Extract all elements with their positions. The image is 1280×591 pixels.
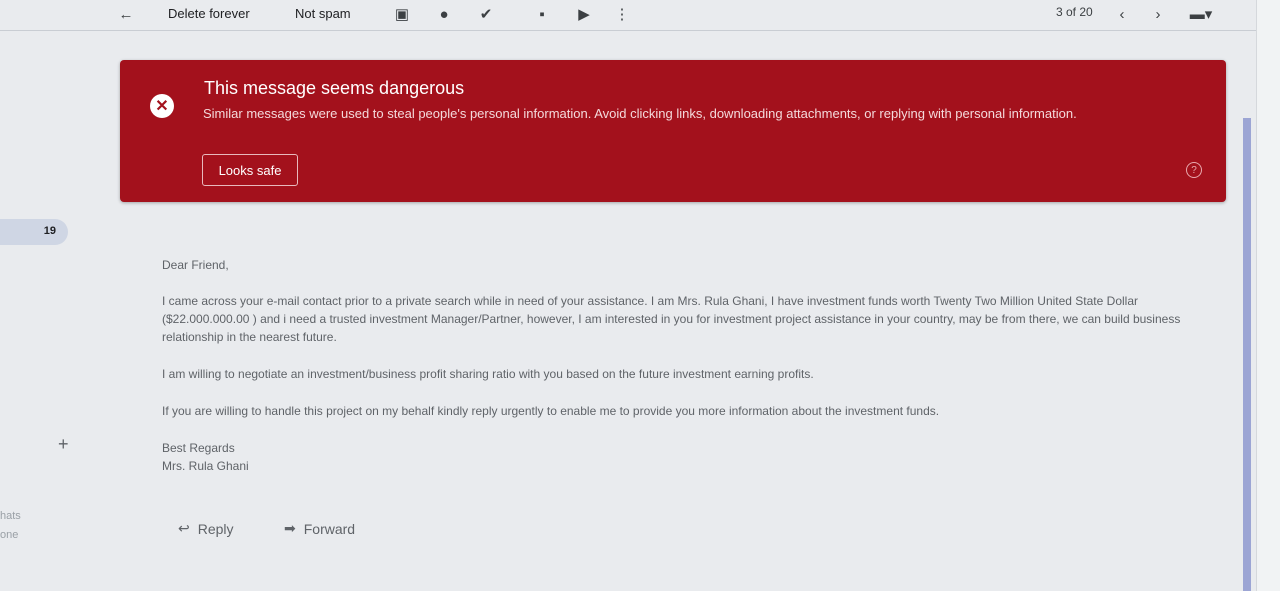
delete-forever-button[interactable]: Delete forever (168, 6, 250, 21)
warning-description: Similar messages were used to steal peop… (203, 106, 1077, 121)
forward-button[interactable]: ➡ Forward (284, 520, 355, 537)
chats-label: hats (0, 510, 21, 522)
close-icon: ✕ (150, 94, 174, 118)
sidebar-item-count[interactable]: 19 (0, 219, 68, 245)
side-panel (1256, 0, 1280, 591)
scrollbar[interactable] (1243, 118, 1251, 591)
add-task-icon[interactable]: ✔ (476, 4, 496, 24)
input-tools-icon[interactable]: ▬▾ (1186, 4, 1216, 24)
reply-label: Reply (197, 520, 234, 537)
back-arrow-icon[interactable]: ← (116, 4, 136, 24)
more-vert-icon[interactable]: ⋮ (612, 4, 632, 24)
reply-button[interactable]: ↩ Reply (178, 520, 234, 537)
warning-title: This message seems dangerous (204, 78, 465, 98)
forward-label: Forward (303, 520, 356, 537)
email-signature: Mrs. Rula Ghani (162, 459, 249, 473)
toolbar: ← Delete forever Not spam ▣ ● ✔ ▪ ▶ ⋮ 3 … (0, 0, 1280, 31)
status-label: one (0, 529, 19, 541)
email-paragraph-2: I am willing to negotiate an investment/… (162, 367, 814, 381)
email-paragraph-3: If you are willing to handle this projec… (162, 404, 940, 418)
snooze-icon[interactable]: ● (434, 4, 454, 24)
archive-icon[interactable]: ▣ (392, 4, 412, 24)
move-icon[interactable]: ▪ (532, 4, 552, 24)
not-spam-button[interactable]: Not spam (295, 6, 351, 21)
prev-icon[interactable]: ‹ (1112, 4, 1132, 24)
looks-safe-button[interactable]: Looks safe (202, 154, 298, 186)
email-greeting: Dear Friend, (162, 258, 229, 272)
forward-icon: ➡ (284, 520, 296, 536)
email-paragraph-1: I came across your e-mail contact prior … (162, 294, 1181, 344)
label-icon[interactable]: ▶ (574, 4, 594, 24)
pager-text: 3 of 20 (1056, 5, 1093, 19)
danger-warning-banner: ✕ This message seems dangerous Similar m… (120, 60, 1226, 202)
plus-icon[interactable]: + (58, 434, 69, 455)
badge-count: 19 (43, 225, 56, 237)
email-closing: Best Regards (162, 441, 235, 455)
next-icon[interactable]: › (1148, 4, 1168, 24)
help-icon[interactable]: ? (1186, 162, 1202, 178)
reply-icon: ↩ (178, 520, 190, 536)
